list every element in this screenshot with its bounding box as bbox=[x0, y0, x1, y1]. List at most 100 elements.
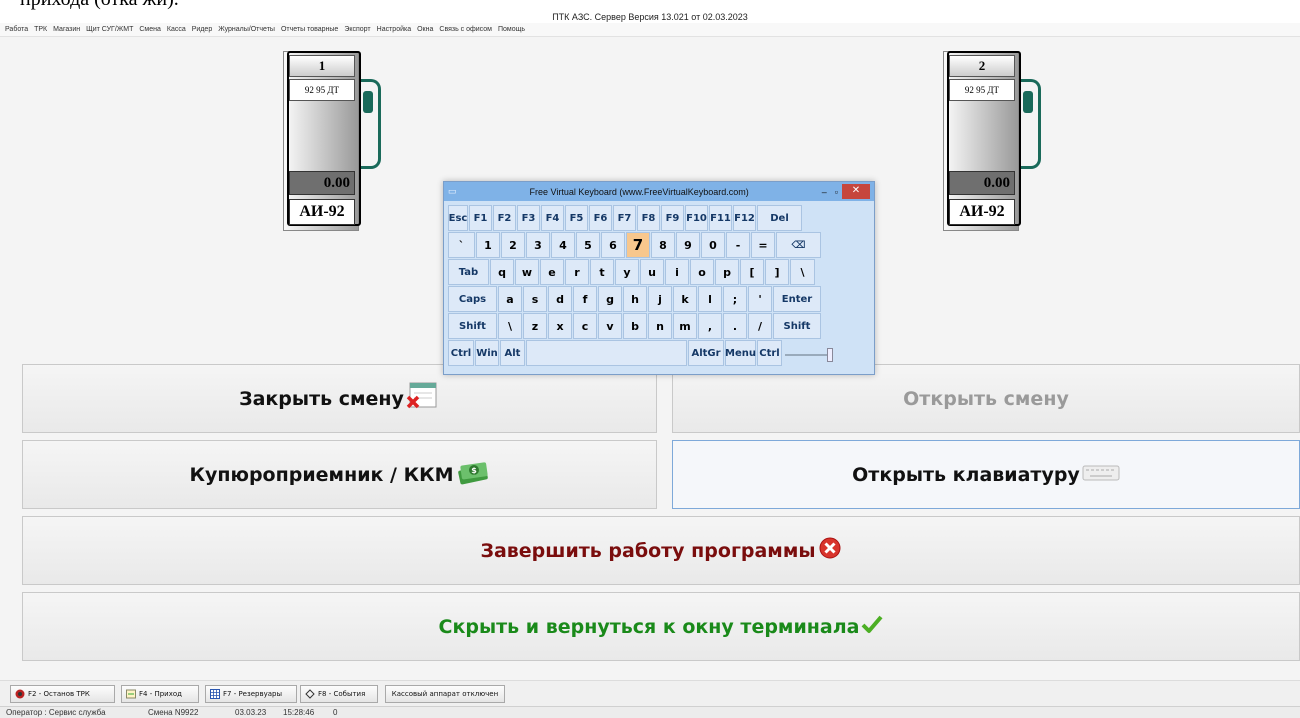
key[interactable]: 7 bbox=[626, 232, 650, 258]
space-key[interactable] bbox=[526, 340, 687, 366]
key[interactable]: 6 bbox=[601, 232, 625, 258]
key[interactable]: - bbox=[726, 232, 750, 258]
minimize-button[interactable]: – bbox=[818, 187, 831, 197]
key[interactable]: t bbox=[590, 259, 614, 285]
key[interactable]: 9 bbox=[676, 232, 700, 258]
key[interactable]: \ bbox=[498, 313, 522, 339]
close-button[interactable]: ✕ bbox=[842, 184, 870, 199]
menu-item[interactable]: Настройка bbox=[374, 23, 414, 36]
key[interactable]: F9 bbox=[661, 205, 684, 231]
menu-item[interactable]: Отчеты товарные bbox=[278, 23, 341, 36]
maximize-button[interactable]: ▫ bbox=[831, 187, 842, 197]
key[interactable]: x bbox=[548, 313, 572, 339]
virtual-keyboard-titlebar[interactable]: ▭ Free Virtual Keyboard (www.FreeVirtual… bbox=[444, 182, 874, 201]
key[interactable]: l bbox=[698, 286, 722, 312]
menu-item[interactable]: Журналы/Отчеты bbox=[215, 23, 278, 36]
menu-item[interactable]: ТРК bbox=[31, 23, 50, 36]
key[interactable]: F12 bbox=[733, 205, 756, 231]
key[interactable]: 2 bbox=[501, 232, 525, 258]
pump-2[interactable]: 2 92 95 ДТ 0.00 АИ-92 bbox=[943, 51, 1048, 231]
key[interactable]: ; bbox=[723, 286, 747, 312]
key[interactable]: m bbox=[673, 313, 697, 339]
key[interactable]: d bbox=[548, 286, 572, 312]
opacity-slider[interactable] bbox=[785, 348, 833, 362]
key[interactable]: u bbox=[640, 259, 664, 285]
key[interactable]: , bbox=[698, 313, 722, 339]
key[interactable]: AltGr bbox=[688, 340, 724, 366]
key[interactable]: Alt bbox=[500, 340, 525, 366]
key[interactable]: q bbox=[490, 259, 514, 285]
key[interactable]: p bbox=[715, 259, 739, 285]
key[interactable]: 3 bbox=[526, 232, 550, 258]
key[interactable]: b bbox=[623, 313, 647, 339]
key[interactable]: / bbox=[748, 313, 772, 339]
hide-return-button[interactable]: Скрыть и вернуться к окну терминала bbox=[22, 592, 1300, 661]
key[interactable]: Tab bbox=[448, 259, 489, 285]
key[interactable]: F3 bbox=[517, 205, 540, 231]
key[interactable]: g bbox=[598, 286, 622, 312]
key[interactable]: 8 bbox=[651, 232, 675, 258]
key[interactable]: f bbox=[573, 286, 597, 312]
key[interactable]: y bbox=[615, 259, 639, 285]
key[interactable]: F1 bbox=[469, 205, 492, 231]
key[interactable]: F5 bbox=[565, 205, 588, 231]
key[interactable]: Caps bbox=[448, 286, 497, 312]
key[interactable]: \ bbox=[790, 259, 815, 285]
menu-item[interactable]: Смена bbox=[136, 23, 164, 36]
menu-item[interactable]: Щит СУГ/ЖМТ bbox=[83, 23, 136, 36]
key[interactable]: Menu bbox=[725, 340, 756, 366]
key[interactable]: [ bbox=[740, 259, 764, 285]
key[interactable]: 4 bbox=[551, 232, 575, 258]
key[interactable]: k bbox=[673, 286, 697, 312]
bill-acceptor-button[interactable]: Купюроприемник / ККМ $ bbox=[22, 440, 657, 509]
menu-item[interactable]: Связь с офисом bbox=[436, 23, 495, 36]
key[interactable]: e bbox=[540, 259, 564, 285]
key[interactable]: r bbox=[565, 259, 589, 285]
menu-item[interactable]: Окна bbox=[414, 23, 436, 36]
key[interactable]: F2 bbox=[493, 205, 516, 231]
key[interactable]: h bbox=[623, 286, 647, 312]
virtual-keyboard-window[interactable]: ▭ Free Virtual Keyboard (www.FreeVirtual… bbox=[443, 181, 875, 375]
menu-item[interactable]: Ридер bbox=[189, 23, 215, 36]
key[interactable]: Ctrl bbox=[448, 340, 474, 366]
pump-1[interactable]: 1 92 95 ДТ 0.00 АИ-92 bbox=[283, 51, 388, 231]
key[interactable]: Enter bbox=[773, 286, 821, 312]
key[interactable]: F6 bbox=[589, 205, 612, 231]
key[interactable]: Del bbox=[757, 205, 802, 231]
open-keyboard-button[interactable]: Открыть клавиатуру bbox=[672, 440, 1300, 509]
f2-stop-pump-button[interactable]: F2 - Останов ТРК bbox=[10, 685, 115, 703]
key[interactable]: F10 bbox=[685, 205, 708, 231]
key[interactable]: ' bbox=[748, 286, 772, 312]
key[interactable]: c bbox=[573, 313, 597, 339]
key[interactable]: o bbox=[690, 259, 714, 285]
key[interactable]: Shift bbox=[773, 313, 821, 339]
menu-item[interactable]: Экспорт bbox=[341, 23, 373, 36]
key[interactable]: Shift bbox=[448, 313, 497, 339]
key[interactable]: 0 bbox=[701, 232, 725, 258]
key[interactable]: F11 bbox=[709, 205, 732, 231]
menu-item[interactable]: Касса bbox=[164, 23, 189, 36]
key[interactable]: = bbox=[751, 232, 775, 258]
key[interactable]: 5 bbox=[576, 232, 600, 258]
key[interactable]: F8 bbox=[637, 205, 660, 231]
key[interactable]: F4 bbox=[541, 205, 564, 231]
key[interactable]: j bbox=[648, 286, 672, 312]
key[interactable]: ` bbox=[448, 232, 475, 258]
menu-item[interactable]: Помощь bbox=[495, 23, 528, 36]
key[interactable]: v bbox=[598, 313, 622, 339]
key[interactable]: 1 bbox=[476, 232, 500, 258]
key[interactable]: w bbox=[515, 259, 539, 285]
exit-program-button[interactable]: Завершить работу программы bbox=[22, 516, 1300, 585]
slider-handle[interactable] bbox=[827, 348, 833, 362]
key[interactable]: . bbox=[723, 313, 747, 339]
key[interactable]: Esc bbox=[448, 205, 468, 231]
key[interactable]: Ctrl bbox=[757, 340, 782, 366]
menu-item[interactable]: Магазин bbox=[50, 23, 83, 36]
key[interactable]: a bbox=[498, 286, 522, 312]
key[interactable]: ] bbox=[765, 259, 789, 285]
key[interactable]: F7 bbox=[613, 205, 636, 231]
f7-tanks-button[interactable]: F7 - Резервуары bbox=[205, 685, 297, 703]
f4-income-button[interactable]: F4 - Приход bbox=[121, 685, 199, 703]
menu-item[interactable]: Работа bbox=[2, 23, 31, 36]
key[interactable]: i bbox=[665, 259, 689, 285]
